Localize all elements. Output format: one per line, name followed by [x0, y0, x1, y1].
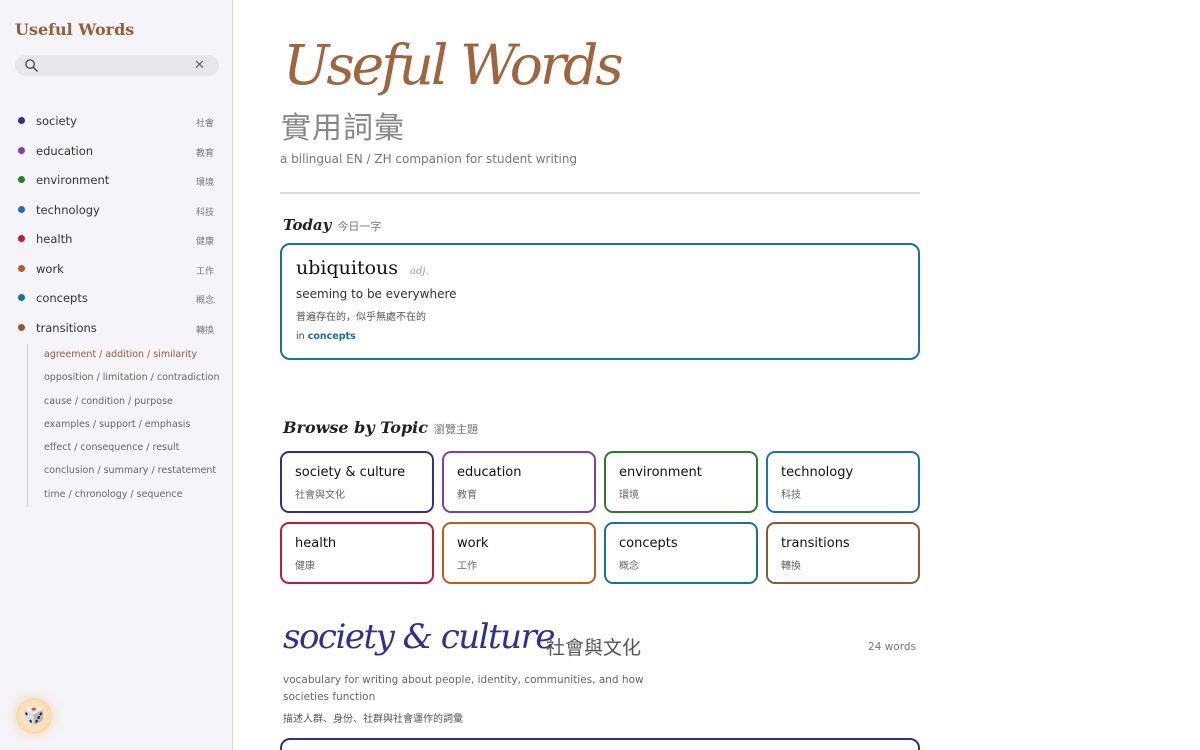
subnav-item[interactable]: agreement / addition / similarity [28, 344, 227, 367]
topic-card-label: transitions [781, 536, 850, 551]
sidebar-item-label: transitions [36, 320, 97, 335]
today-definition-zh: 普遍存在的，似乎無處不在的 [296, 312, 426, 323]
today-heading-zh: 今日一字 [337, 220, 382, 233]
transitions-subnav: agreement / addition / similarity opposit… [27, 344, 227, 508]
topic-card-label-zh: 教育 [457, 490, 477, 501]
sidebar-item-label-zh: 概念 [195, 296, 214, 306]
today-definition: seeming to be everywhere [296, 287, 457, 301]
sidebar-item-label-zh: 教育 [195, 148, 214, 159]
sidebar-item-label: society [36, 114, 77, 128]
today-topic-link[interactable]: concepts [308, 331, 356, 342]
topic-card-label-zh: 工作 [457, 561, 477, 572]
subnav-item[interactable]: opposition / limitation / contradiction [28, 367, 227, 390]
sidebar-item-society[interactable]: society 社會 [0, 107, 233, 137]
sidebar-item-concepts[interactable]: concepts 概念 [0, 284, 233, 314]
sidebar-item-label-zh: 轉換 [195, 325, 214, 336]
today-topic-line: in concepts [296, 331, 356, 342]
topic-card-concepts[interactable]: concepts 概念 [604, 522, 758, 584]
sidebar-item-label: education [36, 143, 94, 158]
hero-subtitle: a bilingual EN / ZH companion for studen… [280, 152, 578, 166]
topic-card-health[interactable]: health 健康 [280, 522, 434, 584]
search-box: ✕ [15, 55, 219, 76]
topic-card-work[interactable]: work 工作 [442, 522, 596, 584]
sidebar-item-label: health [36, 232, 73, 246]
topic-card-label: health [295, 536, 337, 551]
hero-title-zh: 實用詞彙 [281, 111, 405, 146]
today-heading: Today 今日一字 [283, 215, 381, 234]
browse-heading-zh: 瀏覽主題 [433, 423, 478, 436]
sidebar-item-technology[interactable]: technology 科技 [0, 196, 233, 226]
subnav-item[interactable]: conclusion / summary / restatement [28, 460, 227, 483]
sidebar-item-label: technology [36, 202, 100, 217]
topic-card-label-zh: 概念 [619, 561, 639, 572]
browse-heading-en: Browse by Topic [283, 418, 428, 437]
topic-card-label-zh: 轉換 [781, 561, 801, 572]
sidebar-item-health[interactable]: health 健康 [0, 225, 233, 255]
sidebar-item-label: work [36, 261, 64, 276]
sidebar-item-label-zh: 科技 [195, 207, 214, 218]
topic-card-society-culture[interactable]: society & culture 社會與文化 [280, 451, 434, 513]
topic-card-label: education [457, 465, 522, 480]
browse-heading: Browse by Topic 瀏覽主題 [283, 418, 478, 437]
topic-card-technology[interactable]: technology 科技 [766, 451, 920, 513]
topic-dot-icon [18, 146, 25, 154]
sidebar: Useful Words ✕ society 社會 education 教育 envir… [0, 0, 233, 750]
section-title-zh: 社會與文化 [546, 637, 642, 659]
clear-search-icon[interactable]: ✕ [194, 58, 206, 73]
topic-nav: society 社會 education 教育 environment 環境 technol… [0, 107, 233, 343]
topic-card-environment[interactable]: environment 環境 [604, 451, 758, 513]
topic-dot-icon [18, 117, 25, 124]
today-heading-en: Today [283, 216, 332, 234]
brand-title[interactable]: Useful Words [15, 20, 134, 39]
topic-dot-icon [18, 323, 25, 331]
today-word: ubiquitous [296, 257, 399, 279]
search-icon [25, 59, 38, 72]
divider [280, 192, 920, 194]
sidebar-item-environment[interactable]: environment 環境 [0, 166, 233, 196]
topic-card-label: concepts [619, 536, 678, 551]
topic-card-label-zh: 科技 [781, 490, 801, 501]
search-input[interactable] [45, 57, 195, 74]
topic-card-education[interactable]: education 教育 [442, 451, 596, 513]
topic-dot-icon [18, 235, 25, 242]
today-in-prefix: in [296, 331, 305, 342]
sidebar-item-label: environment [36, 173, 110, 187]
topic-card-label: technology [781, 465, 854, 480]
topic-dot-icon [18, 264, 25, 272]
sidebar-item-label-zh: 社會 [195, 119, 214, 129]
sidebar-item-transitions[interactable]: transitions 轉換 [0, 314, 233, 344]
main-content: Useful Words 實用詞彙 a bilingual EN / ZH co… [280, 0, 920, 750]
section-description: vocabulary for writing about people, ide… [283, 674, 644, 703]
topic-card-label-zh: 社會與文化 [295, 490, 345, 501]
section-title: society & culture [283, 617, 555, 657]
sidebar-item-education[interactable]: education 教育 [0, 137, 233, 167]
topic-dot-icon [18, 176, 25, 183]
word-of-the-day-card[interactable]: ubiquitous adj. seeming to be everywhere… [280, 243, 920, 360]
sidebar-item-label-zh: 健康 [195, 237, 214, 247]
sidebar-item-work[interactable]: work 工作 [0, 255, 233, 285]
dice-icon[interactable]: 🎲 [16, 698, 52, 734]
subnav-item[interactable]: examples / support / emphasis [28, 414, 227, 437]
subnav-item[interactable]: time / chronology / sequence [28, 484, 227, 507]
topic-card-label: work [457, 536, 489, 551]
topic-card-label: environment [619, 465, 702, 480]
topic-card-label-zh: 健康 [295, 561, 315, 572]
topic-dot-icon [18, 294, 25, 301]
sidebar-item-label-zh: 環境 [195, 178, 214, 188]
word-card[interactable] [280, 738, 920, 750]
sidebar-item-label: concepts [36, 291, 88, 305]
today-part-of-speech: adj. [410, 266, 429, 277]
subnav-item[interactable]: effect / consequence / result [28, 437, 227, 460]
sidebar-item-label-zh: 工作 [195, 266, 214, 277]
section-word-count: 24 words [868, 641, 916, 653]
hero-title: Useful Words [283, 33, 624, 97]
section-description-zh: 描述人群、身份、社群與社會運作的詞彙 [283, 714, 463, 725]
topic-dot-icon [18, 205, 25, 213]
topic-card-transitions[interactable]: transitions 轉換 [766, 522, 920, 584]
subnav-item[interactable]: cause / condition / purpose [28, 391, 227, 414]
topic-card-label-zh: 環境 [619, 490, 639, 501]
topic-card-label: society & culture [295, 465, 406, 480]
